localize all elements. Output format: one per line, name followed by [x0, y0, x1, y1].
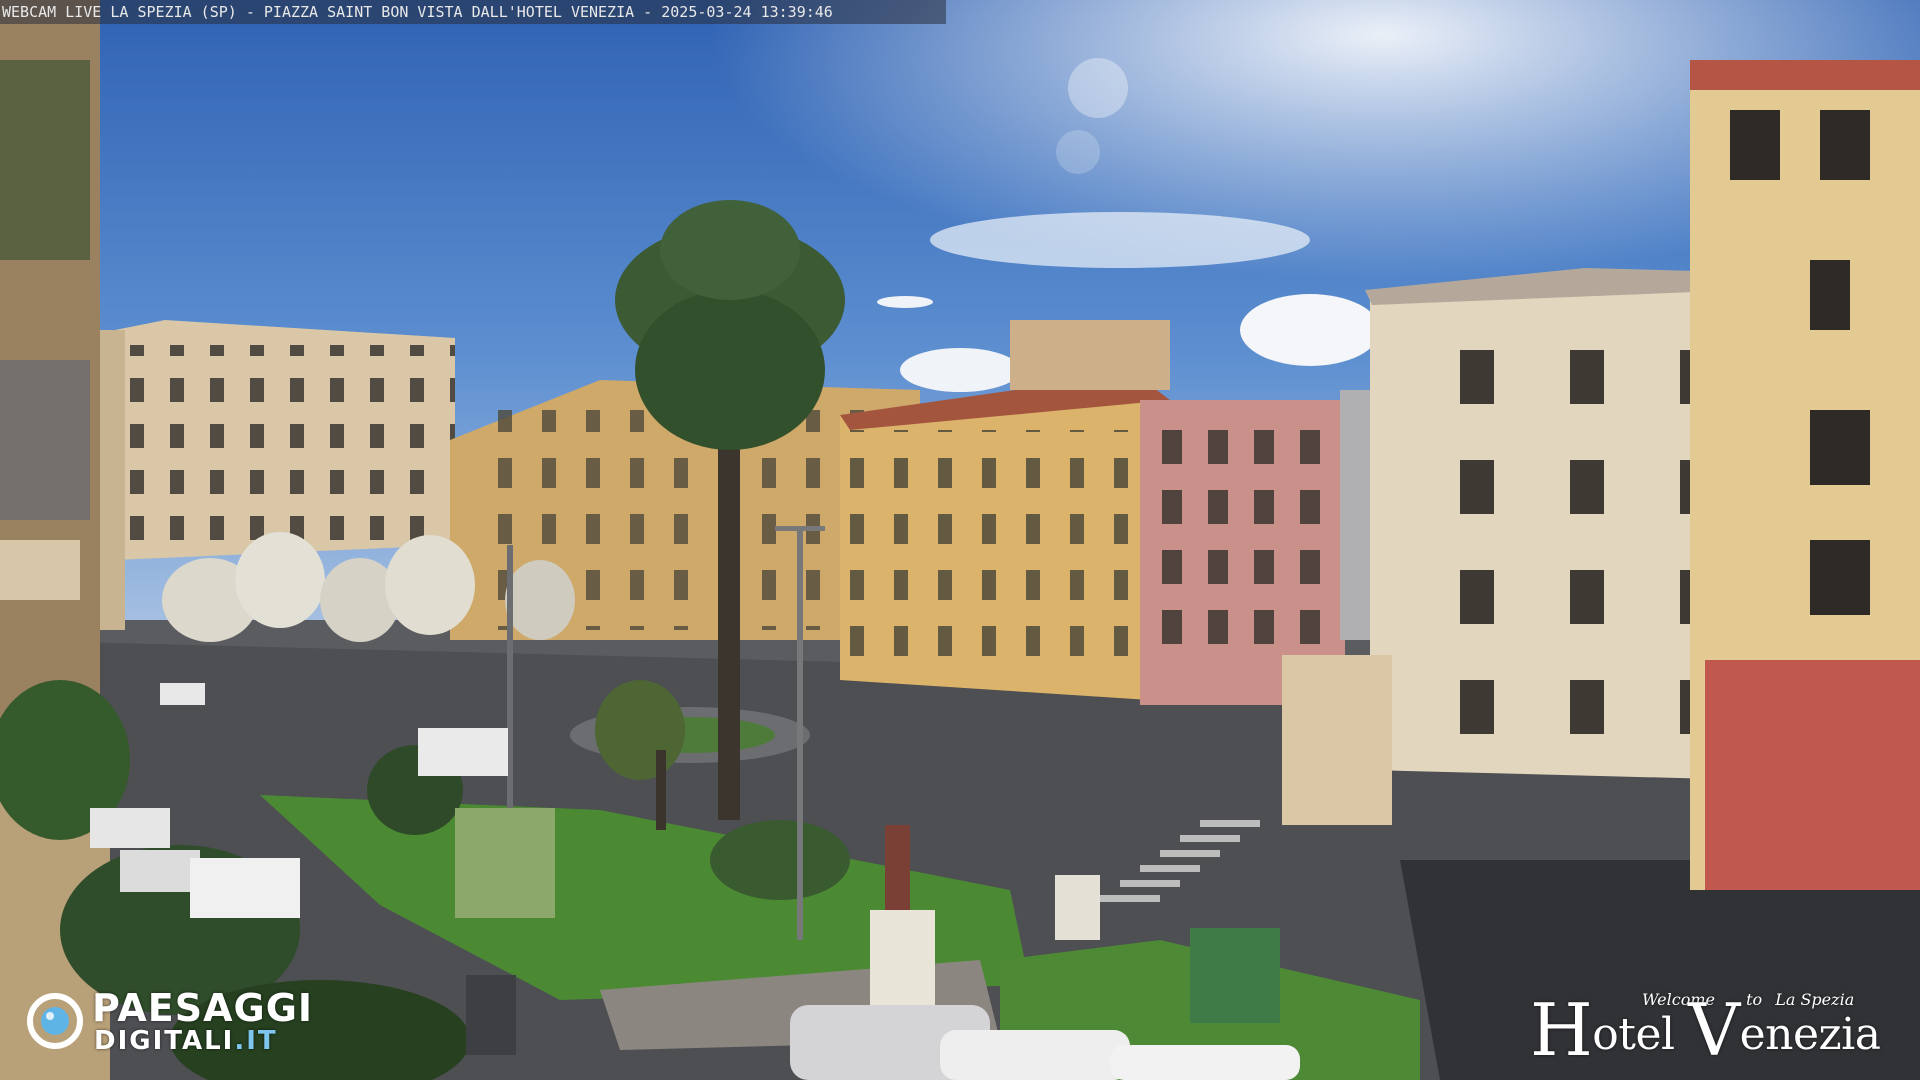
hotel-venezia-logo: Welcome to La Spezia Hotel Venezia [1530, 986, 1900, 1072]
webcam-view: WEBCAM LIVE LA SPEZIA (SP) - PIAZZA SAIN… [0, 0, 1920, 1080]
hotel-name-word1: otel [1592, 1009, 1689, 1060]
hotel-name: Hotel Venezia [1530, 988, 1881, 1072]
logo-line1: PAESAGGI [92, 986, 314, 1030]
paesaggi-digitali-logo[interactable]: PAESAGGI DIGITALI.IT [26, 986, 346, 1058]
logo-line2: DIGITALI.IT [94, 1026, 278, 1056]
hotel-name-cap2: V [1688, 988, 1740, 1072]
webcam-photo [0, 0, 1920, 1080]
webcam-caption: WEBCAM LIVE LA SPEZIA (SP) - PIAZZA SAIN… [0, 0, 946, 24]
hotel-name-cap1: H [1530, 988, 1593, 1072]
logo-line2-main: DIGITALI [94, 1026, 235, 1056]
logo-line2-accent: .IT [234, 1026, 278, 1056]
hotel-name-word2: enezia [1739, 1009, 1881, 1060]
camera-lens-icon [27, 993, 83, 1049]
